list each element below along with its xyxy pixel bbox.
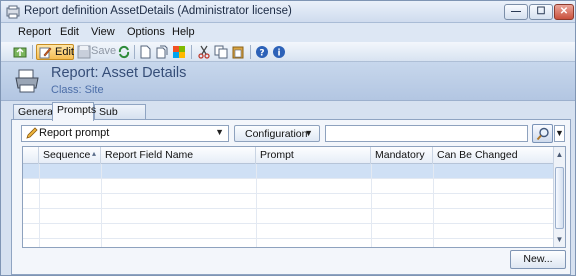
menu-report[interactable]: Report: [18, 26, 51, 38]
empty-row: [23, 224, 554, 239]
minimize-icon: —: [511, 6, 521, 17]
cut-icon[interactable]: [197, 45, 211, 59]
title-bar: Report definition AssetDetails (Administ…: [1, 1, 575, 23]
tab-prompts[interactable]: Prompts: [52, 102, 96, 121]
copy-document-icon[interactable]: [155, 45, 169, 59]
column-header-prompt[interactable]: Prompt: [256, 147, 371, 164]
toolbar-separator: [191, 45, 192, 59]
column-divider: [256, 164, 257, 247]
column-header-report-field-name[interactable]: Report Field Name: [101, 147, 256, 164]
grid-header: Sequence ▴ Report Field Name Prompt Mand…: [23, 147, 554, 164]
tab-sub-reports[interactable]: Sub Reports: [94, 104, 146, 130]
paste-icon[interactable]: [231, 45, 245, 59]
window-title: Report definition AssetDetails (Administ…: [24, 5, 292, 17]
save-label[interactable]: Save: [91, 45, 116, 57]
empty-row: [23, 209, 554, 224]
search-options-dropdown[interactable]: ▼: [554, 125, 565, 142]
report-class: Class: Site: [51, 84, 104, 96]
report-header: Report: Asset Details Class: Site: [1, 62, 575, 101]
printer-icon: [15, 69, 39, 93]
report-definition-window: Report definition AssetDetails (Administ…: [0, 0, 576, 276]
help-icon[interactable]: ?: [255, 45, 269, 59]
table-row[interactable]: [23, 164, 554, 179]
column-divider: [101, 164, 102, 247]
new-button[interactable]: New...: [510, 250, 566, 269]
scroll-down-icon[interactable]: ▼: [554, 234, 565, 245]
tab-general[interactable]: General: [13, 104, 55, 120]
save-icon[interactable]: [77, 45, 91, 59]
tab-strip: General Prompts Sub Reports: [1, 101, 575, 130]
minimize-button[interactable]: —: [504, 4, 528, 20]
menu-bar: Report Edit View Options Help: [1, 23, 575, 42]
empty-row: [23, 179, 554, 194]
chevron-down-icon: ▼: [215, 127, 224, 137]
empty-row: [23, 194, 554, 209]
column-divider: [39, 164, 40, 247]
svg-text:i: i: [277, 49, 280, 59]
prompt-type-value: Report prompt: [39, 127, 110, 139]
menu-view[interactable]: View: [91, 26, 115, 38]
report-title: Report: Asset Details: [51, 65, 187, 81]
open-icon[interactable]: [13, 45, 27, 59]
vertical-scrollbar[interactable]: ▲ ▼: [553, 147, 565, 247]
prompts-panel: Report prompt ▼ Configuration ▼ ▼ Sequen…: [11, 119, 571, 275]
column-divider: [371, 164, 372, 247]
prompt-type-select[interactable]: Report prompt ▼: [21, 125, 229, 142]
refresh-icon[interactable]: [117, 45, 131, 59]
maximize-button[interactable]: ☐: [529, 4, 553, 20]
copy-icon[interactable]: [214, 45, 228, 59]
toolbar-separator: [134, 45, 135, 59]
search-icon: [536, 127, 549, 141]
import-icon[interactable]: [172, 45, 186, 59]
info-icon[interactable]: i: [272, 45, 286, 59]
menu-help[interactable]: Help: [172, 26, 195, 38]
column-header-can-be-changed[interactable]: Can Be Changed: [433, 147, 554, 164]
toolbar: Edit Save ? i: [1, 42, 575, 62]
svg-text:?: ?: [259, 49, 264, 59]
menu-edit[interactable]: Edit: [60, 26, 79, 38]
edit-label: Edit: [55, 46, 74, 58]
toolbar-separator: [250, 45, 251, 59]
configuration-label: Configuration: [245, 128, 308, 140]
column-header-indicator: [23, 147, 39, 164]
app-icon: [6, 5, 20, 19]
scroll-up-icon[interactable]: ▲: [554, 149, 565, 160]
close-button[interactable]: ✕: [554, 4, 574, 20]
menu-options[interactable]: Options: [127, 26, 165, 38]
toolbar-separator: [32, 45, 33, 59]
scrollbar-thumb[interactable]: [555, 167, 564, 229]
sort-ascending-icon: ▴: [91, 149, 96, 158]
configuration-button[interactable]: Configuration ▼: [234, 125, 320, 142]
column-divider: [433, 164, 434, 247]
chevron-down-icon: ▼: [304, 128, 313, 138]
search-button[interactable]: [532, 124, 553, 143]
column-header-mandatory[interactable]: Mandatory: [371, 147, 433, 164]
close-icon: ✕: [559, 6, 569, 17]
edit-icon: [39, 47, 52, 59]
search-input[interactable]: [325, 125, 528, 142]
edit-button[interactable]: Edit: [36, 44, 74, 60]
prompts-grid[interactable]: Sequence ▴ Report Field Name Prompt Mand…: [22, 146, 566, 248]
new-document-icon[interactable]: [138, 45, 152, 59]
pencil-icon: [26, 127, 38, 139]
chevron-down-icon: ▼: [555, 128, 564, 138]
column-header-sequence[interactable]: Sequence ▴: [39, 147, 101, 164]
sequence-header-label: Sequence: [43, 149, 91, 161]
maximize-icon: ☐: [536, 6, 546, 17]
